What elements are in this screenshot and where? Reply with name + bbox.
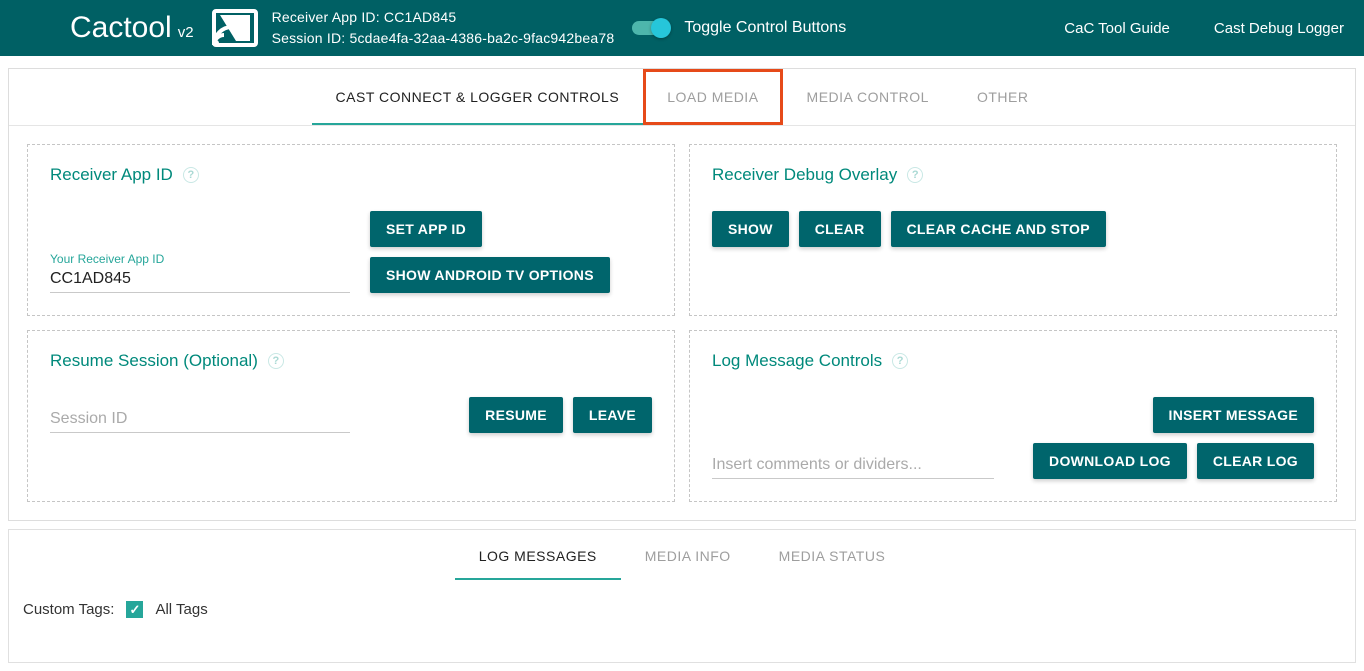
overlay-clear-cache-button[interactable]: CLEAR CACHE AND STOP xyxy=(891,211,1106,247)
toggle-switch[interactable] xyxy=(632,21,666,35)
help-icon[interactable]: ? xyxy=(268,353,284,369)
brand-version: v2 xyxy=(178,24,194,41)
panel-log-controls: Log Message Controls ? INSERT MESSAGE DO… xyxy=(689,330,1337,502)
all-tags-checkbox[interactable]: ✓ xyxy=(126,601,143,618)
receiver-app-id-input[interactable] xyxy=(50,268,350,290)
log-tab-messages[interactable]: LOG MESSAGES xyxy=(455,530,621,580)
app-header: Cactool v2 Receiver App ID: CC1AD845 Ses… xyxy=(0,0,1364,56)
brand: Cactool v2 xyxy=(70,11,194,45)
session-id-input[interactable] xyxy=(50,408,350,430)
help-icon[interactable]: ? xyxy=(892,353,908,369)
main-card: CAST CONNECT & LOGGER CONTROLS LOAD MEDI… xyxy=(8,68,1356,521)
insert-message-button[interactable]: INSERT MESSAGE xyxy=(1153,397,1314,433)
header-links: CaC Tool Guide Cast Debug Logger xyxy=(1064,20,1344,37)
help-icon[interactable]: ? xyxy=(183,167,199,183)
receiver-app-id-label: Receiver App ID: xyxy=(272,9,380,25)
panel-title-debug-overlay: Receiver Debug Overlay xyxy=(712,165,897,185)
session-id-value: 5cdae4fa-32aa-4386-ba2c-9fac942bea78 xyxy=(349,30,614,46)
tab-load-media[interactable]: LOAD MEDIA xyxy=(643,69,782,125)
main-tabs: CAST CONNECT & LOGGER CONTROLS LOAD MEDI… xyxy=(9,69,1355,126)
receiver-app-id-input-label: Your Receiver App ID xyxy=(50,252,350,266)
receiver-app-id-value: CC1AD845 xyxy=(384,9,456,25)
panel-title-resume-session: Resume Session (Optional) xyxy=(50,351,258,371)
log-comment-input-group xyxy=(712,454,994,479)
brand-name: Cactool xyxy=(70,11,172,45)
set-app-id-button[interactable]: SET APP ID xyxy=(370,211,482,247)
download-log-button[interactable]: DOWNLOAD LOG xyxy=(1033,443,1187,479)
log-comment-input[interactable] xyxy=(712,454,994,476)
log-card: LOG MESSAGES MEDIA INFO MEDIA STATUS Cus… xyxy=(8,529,1356,663)
log-tab-media-status[interactable]: MEDIA STATUS xyxy=(755,530,910,580)
toggle-control-buttons[interactable]: Toggle Control Buttons xyxy=(632,19,846,37)
panels-grid: Receiver App ID ? Your Receiver App ID S… xyxy=(9,126,1355,520)
tab-media-control[interactable]: MEDIA CONTROL xyxy=(783,69,953,125)
cac-tool-guide-link[interactable]: CaC Tool Guide xyxy=(1064,20,1170,37)
panel-receiver-app-id: Receiver App ID ? Your Receiver App ID S… xyxy=(27,144,675,316)
leave-button[interactable]: LEAVE xyxy=(573,397,652,433)
custom-tags-label: Custom Tags: xyxy=(23,601,114,618)
help-icon[interactable]: ? xyxy=(907,167,923,183)
overlay-clear-button[interactable]: CLEAR xyxy=(799,211,881,247)
custom-tags-row: Custom Tags: ✓ All Tags xyxy=(9,581,1355,622)
session-info: Receiver App ID: CC1AD845 Session ID: 5c… xyxy=(272,7,615,49)
overlay-show-button[interactable]: SHOW xyxy=(712,211,789,247)
receiver-app-id-input-group: Your Receiver App ID xyxy=(50,252,350,293)
cast-debug-logger-link[interactable]: Cast Debug Logger xyxy=(1214,20,1344,37)
all-tags-label: All Tags xyxy=(155,601,207,618)
panel-debug-overlay: Receiver Debug Overlay ? SHOW CLEAR CLEA… xyxy=(689,144,1337,316)
toggle-label: Toggle Control Buttons xyxy=(684,19,846,37)
panel-resume-session: Resume Session (Optional) ? RESUME LEAVE xyxy=(27,330,675,502)
tab-cast-connect[interactable]: CAST CONNECT & LOGGER CONTROLS xyxy=(312,69,644,125)
tab-other[interactable]: OTHER xyxy=(953,69,1053,125)
log-tab-media-info[interactable]: MEDIA INFO xyxy=(621,530,755,580)
clear-log-button[interactable]: CLEAR LOG xyxy=(1197,443,1314,479)
session-id-label: Session ID: xyxy=(272,30,346,46)
cast-icon xyxy=(212,9,258,47)
log-tabs: LOG MESSAGES MEDIA INFO MEDIA STATUS xyxy=(9,530,1355,581)
panel-title-receiver-app-id: Receiver App ID xyxy=(50,165,173,185)
resume-button[interactable]: RESUME xyxy=(469,397,563,433)
show-android-tv-options-button[interactable]: SHOW ANDROID TV OPTIONS xyxy=(370,257,610,293)
panel-title-log-controls: Log Message Controls xyxy=(712,351,882,371)
session-id-input-group xyxy=(50,408,350,433)
